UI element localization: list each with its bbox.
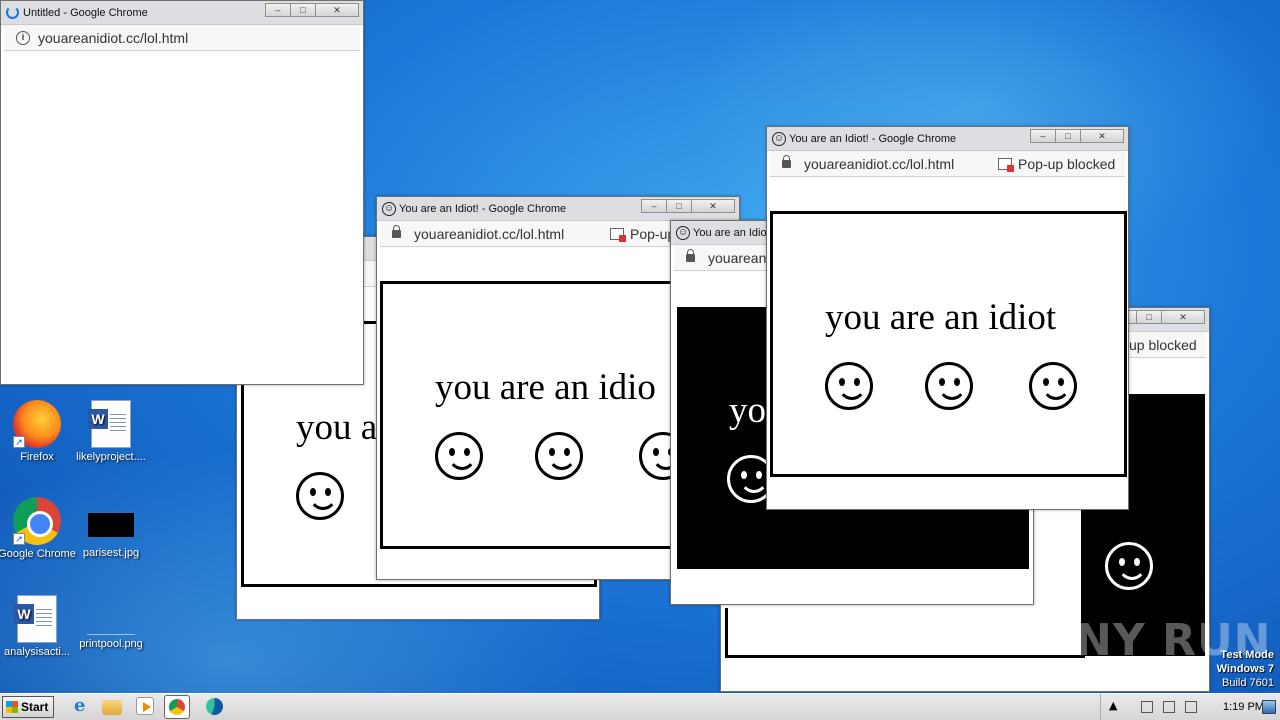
idiot-message: you are an idiot — [825, 297, 1057, 338]
desktop-icon-label: parisest.jpg — [82, 547, 140, 559]
url-text: youarean — [708, 250, 767, 266]
desktop-icon-label: likelyproject.... — [76, 451, 146, 463]
volume-icon[interactable] — [1163, 701, 1175, 713]
desktop-icon-label: printpool.png — [79, 638, 143, 650]
minimize-button[interactable]: – — [1030, 129, 1056, 143]
popup-blocked-indicator[interactable]: Pop-up — [610, 221, 675, 247]
windows-logo-icon — [6, 701, 18, 713]
smiley-icon — [825, 362, 873, 410]
page-frame: you are an idiot — [770, 211, 1127, 477]
address-bar[interactable]: i youareanidiot.cc/lol.html — [4, 25, 360, 51]
desktop-icon-analysisacti[interactable]: analysisacti... — [0, 595, 76, 659]
image-file-icon — [88, 513, 134, 537]
chrome-window-idiot-d[interactable]: ☺ You are an Idiot! - Google Chrome – □ … — [766, 126, 1129, 510]
url-text: youareanidiot.cc/lol.html — [414, 226, 565, 242]
desktop-icon-label: Firefox — [20, 451, 54, 463]
lock-icon — [392, 225, 401, 238]
test-mode-notice: Test Mode Windows 7 Build 7601 — [1216, 649, 1274, 689]
close-button[interactable]: ✕ — [1080, 129, 1124, 143]
chrome-icon: ↗ — [13, 497, 61, 545]
network-icon[interactable] — [1141, 701, 1153, 713]
info-icon: i — [16, 31, 30, 45]
edge-icon[interactable] — [204, 697, 226, 717]
internet-explorer-icon[interactable] — [70, 695, 92, 717]
window-titlebar[interactable]: ☺ You are an Idiot! - Google Chrome – □ … — [767, 127, 1128, 151]
action-center-flag-icon[interactable] — [1185, 701, 1197, 713]
smiley-favicon-icon: ☺ — [382, 202, 396, 216]
idiot-message: yo — [729, 390, 766, 431]
url-text: youareanidiot.cc/lol.html — [804, 156, 955, 172]
desktop-icon-parisest[interactable]: parisest.jpg — [72, 497, 150, 560]
image-file-icon — [87, 595, 135, 635]
window-title: You are an Idio — [693, 227, 767, 239]
popup-blocked-icon — [610, 228, 626, 242]
system-tray: ▲ 1:19 PM — [1100, 694, 1280, 720]
desktop-icon-label: Google Chrome — [0, 548, 76, 560]
firefox-icon: ↗ — [13, 400, 61, 448]
window-title: Untitled - Google Chrome — [23, 7, 148, 19]
word-document-icon — [88, 400, 131, 448]
start-button[interactable]: Start — [2, 696, 54, 718]
close-button[interactable]: ✕ — [1161, 310, 1205, 324]
url-text: youareanidiot.cc/lol.html — [38, 30, 189, 46]
minimize-button[interactable]: – — [641, 199, 667, 213]
maximize-button[interactable]: □ — [1136, 310, 1162, 324]
desktop-icon-google-chrome[interactable]: ↗ Google Chrome — [0, 497, 76, 561]
smiley-icon — [535, 432, 583, 480]
lock-icon — [782, 155, 791, 168]
minimize-button[interactable]: – — [265, 3, 291, 17]
smiley-icon — [1105, 542, 1153, 590]
popup-blocked-icon — [998, 158, 1014, 172]
show-desktop-button[interactable] — [1262, 700, 1276, 714]
show-hidden-icons-button[interactable]: ▲ — [1109, 699, 1117, 712]
smiley-icon — [1029, 362, 1077, 410]
taskbar: Start ▲ 1:19 PM — [0, 693, 1280, 720]
maximize-button[interactable]: □ — [1055, 129, 1081, 143]
smiley-icon — [296, 472, 344, 520]
window-titlebar[interactable]: ☺ You are an Idiot! - Google Chrome – □ … — [377, 197, 739, 221]
media-player-icon[interactable] — [136, 697, 154, 715]
desktop-icon-printpool[interactable]: printpool.png — [72, 595, 150, 651]
smiley-favicon-icon: ☺ — [676, 226, 690, 240]
window-titlebar[interactable]: Untitled - Google Chrome – □ ✕ — [1, 1, 363, 25]
clock[interactable]: 1:19 PM — [1223, 694, 1264, 720]
word-document-icon — [14, 595, 57, 643]
desktop-icon-firefox[interactable]: ↗ Firefox — [0, 400, 76, 464]
popup-blocked-indicator[interactable]: Pop-up blocked — [998, 151, 1115, 177]
popup-blocked-indicator[interactable]: up blocked — [1129, 332, 1197, 358]
lock-icon — [686, 249, 695, 262]
maximize-button[interactable]: □ — [290, 3, 316, 17]
maximize-button[interactable]: □ — [666, 199, 692, 213]
close-button[interactable]: ✕ — [315, 3, 359, 17]
file-explorer-icon[interactable] — [102, 700, 122, 715]
chrome-window-untitled[interactable]: Untitled - Google Chrome – □ ✕ i youarea… — [0, 0, 364, 385]
window-title: You are an Idiot! - Google Chrome — [789, 133, 957, 145]
smiley-icon — [925, 362, 973, 410]
window-title: You are an Idiot! - Google Chrome — [399, 203, 567, 215]
address-bar[interactable]: youareanidiot.cc/lol.html Pop-up blocked — [770, 151, 1125, 177]
smiley-favicon-icon: ☺ — [772, 132, 786, 146]
loading-spinner-icon — [6, 6, 19, 19]
idiot-message: you a — [296, 407, 378, 448]
idiot-message: you are an idio — [435, 367, 656, 408]
close-button[interactable]: ✕ — [691, 199, 735, 213]
page-frame — [725, 608, 1085, 658]
desktop-icon-likelyproject[interactable]: likelyproject.... — [72, 400, 150, 464]
smiley-icon — [435, 432, 483, 480]
chrome-taskbar-icon[interactable] — [164, 695, 190, 719]
desktop-icon-label: analysisacti... — [3, 646, 71, 658]
